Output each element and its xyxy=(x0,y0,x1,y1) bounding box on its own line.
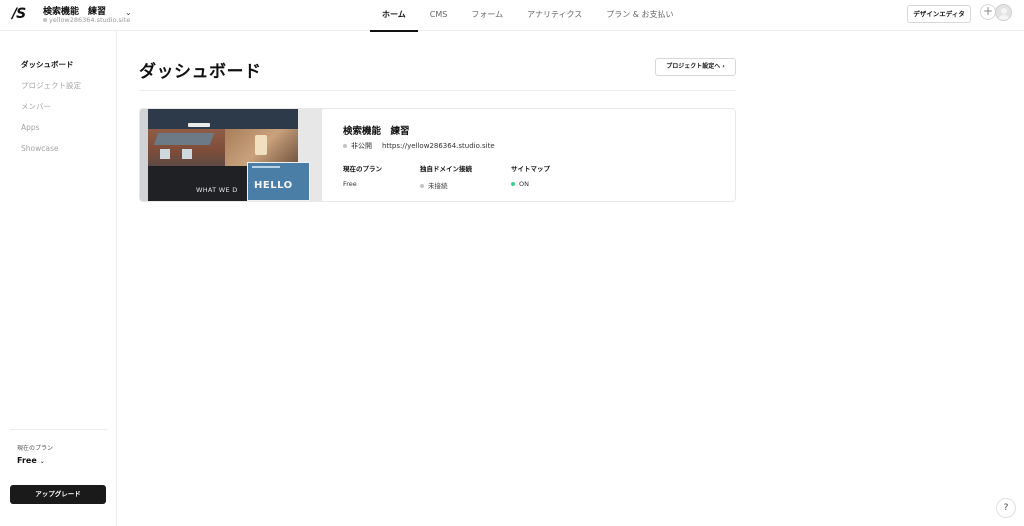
sitemap-info-value: ON xyxy=(519,180,529,188)
avatar-body-shape xyxy=(998,15,1010,20)
thumbnail-text: WHAT WE D xyxy=(196,186,238,194)
status-dot-icon xyxy=(420,184,424,188)
top-header: /S 検索機能 練習 yellow286364.studio.site ⌄ ホー… xyxy=(0,0,1024,32)
sitemap-info-label: サイトマップ xyxy=(511,165,550,173)
sidebar-item-showcase[interactable]: Showcase xyxy=(21,144,58,153)
sidebar-item-dashboard[interactable]: ダッシュボード xyxy=(21,59,74,70)
thumbnail-top-panel xyxy=(148,109,298,129)
domain-info-value-row: 未接続 xyxy=(420,180,472,190)
upgrade-button[interactable]: アップグレード xyxy=(10,485,106,504)
tab-plan-billing[interactable]: プラン & お支払い xyxy=(594,0,685,31)
thumbnail-lamp-shape xyxy=(255,135,267,155)
thumbnail-roof-shape xyxy=(153,133,215,145)
design-editor-button[interactable]: デザインエディタ xyxy=(907,5,971,23)
tab-analytics[interactable]: アナリティクス xyxy=(515,0,594,31)
sidebar-item-project-settings[interactable]: プロジェクト設定 xyxy=(21,80,81,91)
project-domain-text: yellow286364.studio.site xyxy=(49,16,131,24)
current-plan-selector[interactable]: Free ⌄ xyxy=(17,456,45,465)
main-nav: ホーム CMS フォーム アナリティクス プラン & お支払い xyxy=(370,0,686,32)
visibility-row: 非公開 https://yellow286364.studio.site xyxy=(343,141,495,151)
plan-info-value: Free xyxy=(343,180,357,188)
sidebar-divider xyxy=(10,429,107,430)
current-plan-label: 現在のプラン xyxy=(17,445,54,452)
chevron-down-icon[interactable]: ⌄ xyxy=(125,8,132,17)
plan-info: 現在のプラン Free xyxy=(343,163,382,188)
thumbnail-hello-text: HELLO xyxy=(254,180,293,191)
thumbnail-bg-shape xyxy=(140,109,148,201)
domain-info-label: 独自ドメイン接続 xyxy=(420,165,472,173)
visibility-status: 非公開 xyxy=(351,142,372,150)
thumbnail-house-image xyxy=(148,129,225,166)
thumbnail-bar-shape xyxy=(252,166,280,168)
thumbnail-interior-image xyxy=(225,129,298,166)
project-settings-button[interactable]: プロジェクト設定へ › xyxy=(655,58,736,76)
tab-cms[interactable]: CMS xyxy=(418,0,460,31)
thumbnail-blue-panel: HELLO xyxy=(247,162,310,201)
plan-info-label: 現在のプラン xyxy=(343,165,382,173)
tab-forms[interactable]: フォーム xyxy=(459,0,515,31)
sidebar: ダッシュボード プロジェクト設定 メンバー Apps Showcase 現在のプ… xyxy=(0,31,117,526)
sitemap-info-value-row: ON xyxy=(511,180,550,188)
title-divider xyxy=(139,90,736,91)
page-title: ダッシュボード xyxy=(139,62,262,82)
project-domain: yellow286364.studio.site xyxy=(43,16,130,24)
status-dot-icon xyxy=(43,18,47,22)
thumbnail-pill-shape xyxy=(188,123,210,127)
thumbnail-window-shape xyxy=(182,149,192,159)
sidebar-item-members[interactable]: メンバー xyxy=(21,101,51,112)
avatar-head-shape xyxy=(1001,8,1007,14)
card-project-name[interactable]: 検索機能 練習 xyxy=(343,123,410,137)
add-icon[interactable]: + xyxy=(980,4,996,20)
domain-info-value: 未接続 xyxy=(428,182,448,190)
help-icon[interactable]: ? xyxy=(996,498,1016,518)
project-card[interactable]: WHAT WE D HELLO 検索機能 練習 非公開 https://yello… xyxy=(139,108,736,202)
status-dot-icon xyxy=(343,144,347,148)
sidebar-item-apps[interactable]: Apps xyxy=(21,123,40,132)
domain-info: 独自ドメイン接続 未接続 xyxy=(420,163,472,190)
thumbnail-dark-panel: WHAT WE D xyxy=(148,166,248,201)
tab-home[interactable]: ホーム xyxy=(370,0,418,32)
chevron-down-icon: ⌄ xyxy=(39,458,45,465)
project-thumbnail[interactable]: WHAT WE D HELLO xyxy=(140,109,322,201)
current-plan-value: Free xyxy=(17,456,37,465)
status-dot-icon xyxy=(511,182,515,186)
thumbnail-window-shape xyxy=(160,149,170,159)
studio-logo[interactable]: /S xyxy=(12,6,32,22)
sitemap-info: サイトマップ ON xyxy=(511,163,550,188)
avatar[interactable] xyxy=(995,4,1012,21)
site-url-link[interactable]: https://yellow286364.studio.site xyxy=(382,142,495,150)
